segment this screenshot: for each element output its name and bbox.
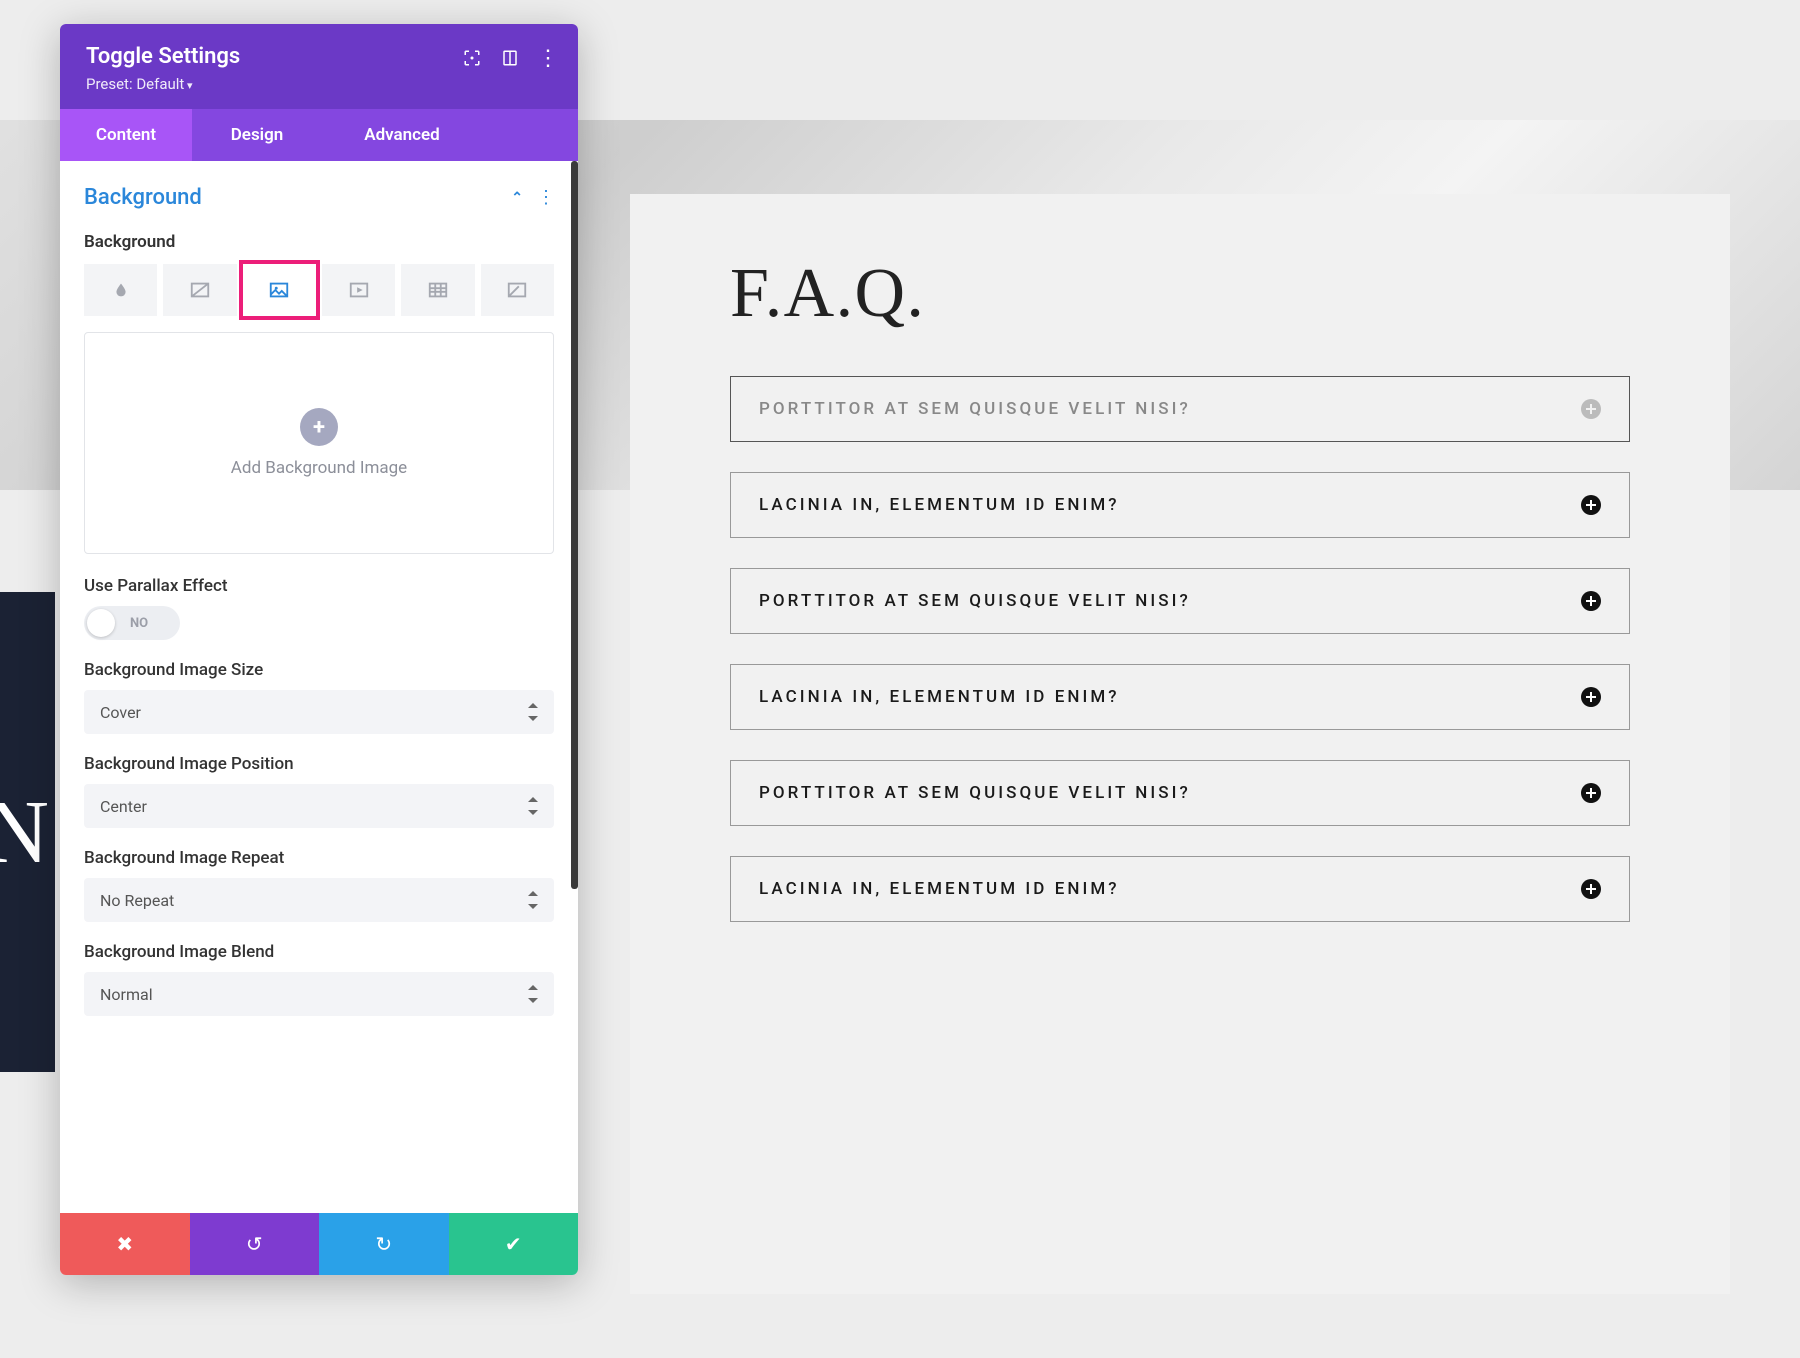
faq-question: PORTTITOR AT SEM QUISQUE VELIT NISI? [759,591,1191,611]
add-icon: + [300,408,338,446]
close-icon: ✖ [116,1232,133,1256]
header-actions: ⋮ [462,48,558,68]
bg-tab-video[interactable] [322,264,395,316]
field-label: Background Image Repeat [84,848,554,868]
repeat-select[interactable]: No Repeat [84,878,554,922]
toggle-knob [87,609,115,637]
background-label: Background [84,232,554,252]
faq-item[interactable]: PORTTITOR AT SEM QUISQUE VELIT NISI? [730,568,1630,634]
sidebar-letter: N [0,781,49,884]
size-select[interactable]: Cover [84,690,554,734]
parallax-toggle[interactable]: NO [84,606,180,640]
redo-icon: ↻ [375,1232,392,1256]
add-image-dropzone[interactable]: + Add Background Image [84,332,554,554]
faq-question: PORTTITOR AT SEM QUISQUE VELIT NISI? [759,399,1191,419]
faq-section: F.A.Q. PORTTITOR AT SEM QUISQUE VELIT NI… [630,194,1730,1012]
bg-tab-image[interactable] [243,264,316,316]
bg-tab-gradient[interactable] [163,264,236,316]
toggle-value: NO [130,616,148,631]
settings-tabs: Content Design Advanced [60,109,578,161]
section-header[interactable]: Background ⌃ ⋮ [84,179,554,224]
undo-icon: ↺ [246,1232,263,1256]
faq-item[interactable]: LACINIA IN, ELEMENTUM ID ENIM? [730,472,1630,538]
tab-content[interactable]: Content [60,109,192,161]
background-type-tabs [84,264,554,316]
check-icon: ✔ [505,1232,522,1256]
field-position: Background Image Position Center [84,754,554,828]
faq-question: LACINIA IN, ELEMENTUM ID ENIM? [759,687,1120,707]
settings-panel: Toggle Settings Preset: Default ⋮ Conten… [60,24,578,1275]
collapse-icon[interactable]: ⌃ [511,190,523,206]
dropzone-label: Add Background Image [231,458,407,478]
select-value: No Repeat [100,891,174,910]
faq-item[interactable]: LACINIA IN, ELEMENTUM ID ENIM? [730,856,1630,922]
field-blend: Background Image Blend Normal [84,942,554,1016]
field-label: Background Image Blend [84,942,554,962]
preview-panel: F.A.Q. PORTTITOR AT SEM QUISQUE VELIT NI… [630,194,1730,1294]
section-title: Background [84,185,202,210]
select-value: Normal [100,985,153,1004]
preset-selector[interactable]: Preset: Default [86,75,552,93]
faq-item[interactable]: LACINIA IN, ELEMENTUM ID ENIM? [730,664,1630,730]
save-button[interactable]: ✔ [449,1213,579,1275]
faq-question: LACINIA IN, ELEMENTUM ID ENIM? [759,495,1120,515]
scrollbar[interactable] [571,161,578,889]
faq-question: PORTTITOR AT SEM QUISQUE VELIT NISI? [759,783,1191,803]
bg-tab-pattern[interactable] [401,264,474,316]
tab-advanced[interactable]: Advanced [322,109,482,161]
field-label: Use Parallax Effect [84,576,554,596]
field-size: Background Image Size Cover [84,660,554,734]
faq-item[interactable]: PORTTITOR AT SEM QUISQUE VELIT NISI? [730,376,1630,442]
position-select[interactable]: Center [84,784,554,828]
blend-select[interactable]: Normal [84,972,554,1016]
bg-tab-color[interactable] [84,264,157,316]
plus-icon [1581,399,1601,419]
plus-icon [1581,591,1601,611]
tab-design[interactable]: Design [192,109,322,161]
plus-icon [1581,687,1601,707]
panel-footer: ✖ ↺ ↻ ✔ [60,1213,578,1275]
faq-question: LACINIA IN, ELEMENTUM ID ENIM? [759,879,1120,899]
section-controls: ⌃ ⋮ [511,187,554,208]
faq-item[interactable]: PORTTITOR AT SEM QUISQUE VELIT NISI? [730,760,1630,826]
cancel-button[interactable]: ✖ [60,1213,190,1275]
field-label: Background Image Position [84,754,554,774]
select-value: Cover [100,703,141,722]
select-value: Center [100,797,147,816]
faq-heading: F.A.Q. [730,254,1630,334]
expand-icon[interactable] [462,48,482,68]
plus-icon [1581,495,1601,515]
field-repeat: Background Image Repeat No Repeat [84,848,554,922]
section-kebab-icon[interactable]: ⋮ [537,187,554,208]
field-label: Background Image Size [84,660,554,680]
undo-button[interactable]: ↺ [190,1213,320,1275]
plus-icon [1581,879,1601,899]
panel-header[interactable]: Toggle Settings Preset: Default ⋮ [60,24,578,109]
responsive-icon[interactable] [500,48,520,68]
field-parallax: Use Parallax Effect NO [84,576,554,640]
panel-body: Background ⌃ ⋮ Background [60,161,578,1213]
sidebar-dark-block: N [0,592,55,1072]
plus-icon [1581,783,1601,803]
kebab-icon[interactable]: ⋮ [538,48,558,68]
redo-button[interactable]: ↻ [319,1213,449,1275]
bg-tab-mask[interactable] [481,264,554,316]
